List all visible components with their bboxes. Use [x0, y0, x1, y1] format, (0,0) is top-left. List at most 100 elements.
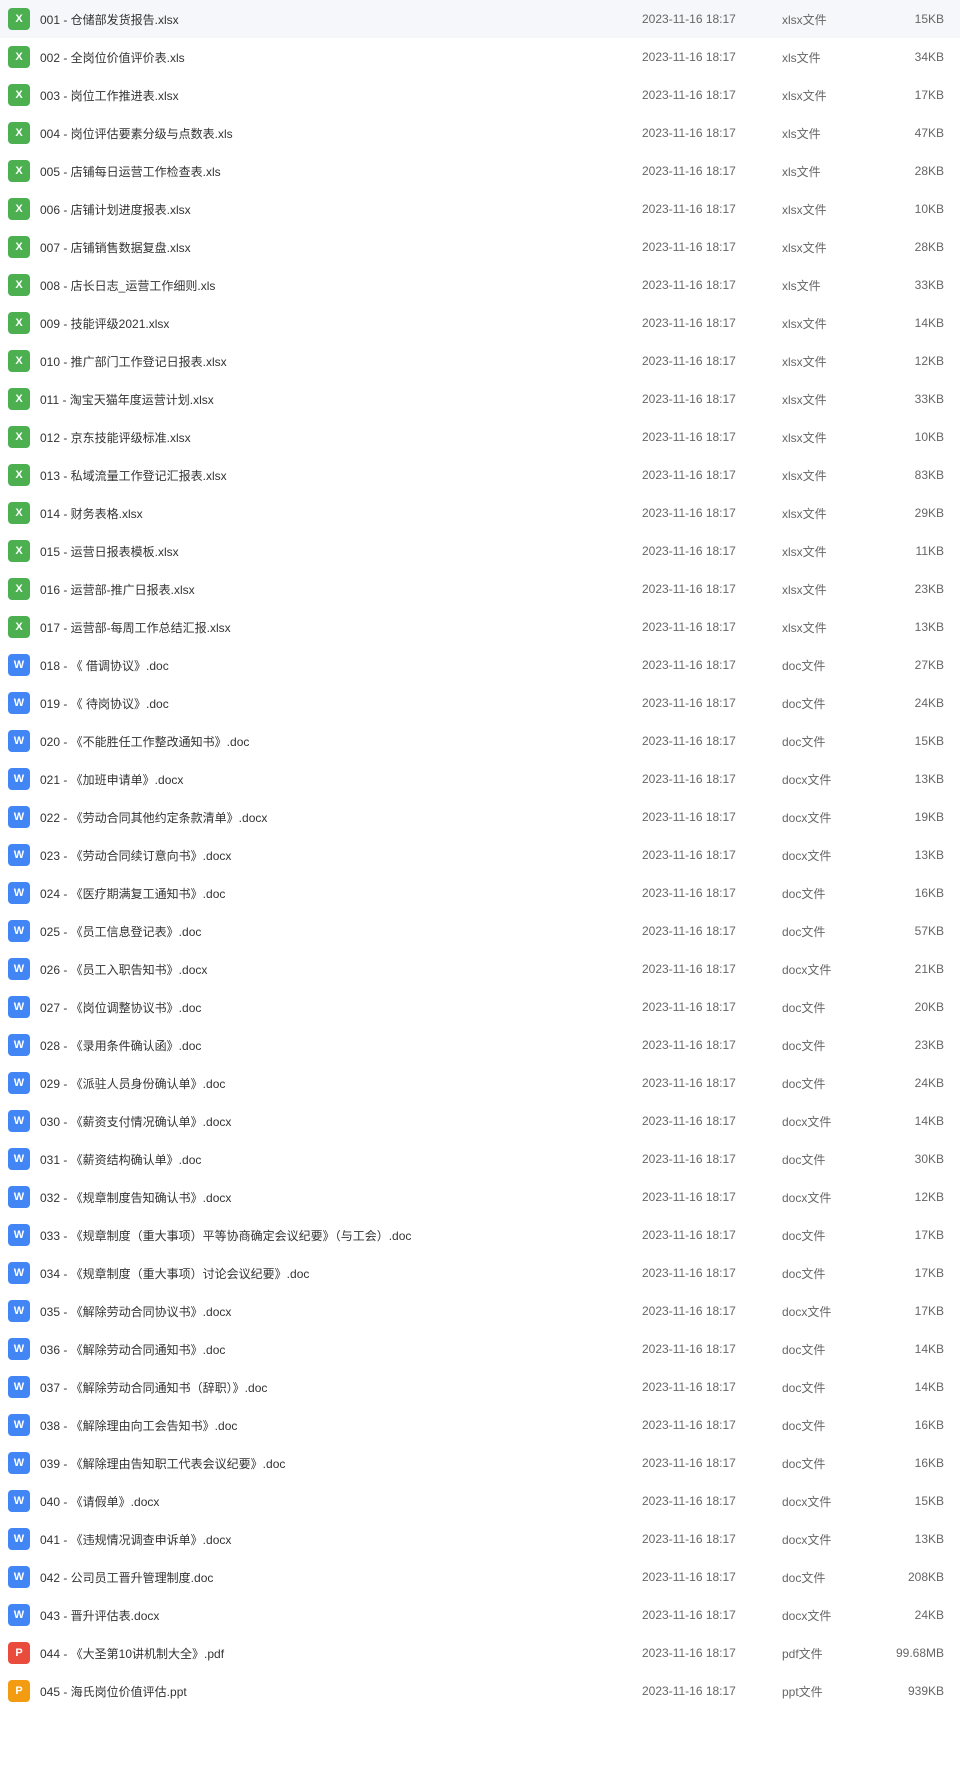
doc-file-icon: W — [8, 1186, 30, 1208]
file-row[interactable]: X016 - 运营部-推广日报表.xlsx2023-11-16 18:17xls… — [0, 570, 960, 608]
file-row[interactable]: W033 - 《规章制度（重大事项）平等协商确定会议纪要》（与工会）.doc20… — [0, 1216, 960, 1254]
file-name: 016 - 运营部-推广日报表.xlsx — [40, 581, 642, 598]
file-size: 13KB — [882, 1532, 952, 1546]
file-name: 034 - 《规章制度（重大事项）讨论会议纪要》.doc — [40, 1265, 642, 1282]
file-row[interactable]: W040 - 《请假单》.docx2023-11-16 18:17docx文件1… — [0, 1482, 960, 1520]
file-name: 007 - 店铺销售数据复盘.xlsx — [40, 239, 642, 256]
file-row[interactable]: X003 - 岗位工作推进表.xlsx2023-11-16 18:17xlsx文… — [0, 76, 960, 114]
file-row[interactable]: W024 - 《医疗期满复工通知书》.doc2023-11-16 18:17do… — [0, 874, 960, 912]
file-name: 039 - 《解除理由告知职工代表会议纪要》.doc — [40, 1455, 642, 1472]
file-date: 2023-11-16 18:17 — [642, 506, 782, 520]
file-row[interactable]: W018 - 《 借调协议》.doc2023-11-16 18:17doc文件2… — [0, 646, 960, 684]
doc-file-icon: W — [8, 1528, 30, 1550]
xls-file-icon: X — [8, 312, 30, 334]
xls-file-icon: X — [8, 274, 30, 296]
file-row[interactable]: X004 - 岗位评估要素分级与点数表.xls2023-11-16 18:17x… — [0, 114, 960, 152]
file-type: xlsx文件 — [782, 543, 882, 560]
file-row[interactable]: P045 - 海氏岗位价值评估.ppt2023-11-16 18:17ppt文件… — [0, 1672, 960, 1710]
file-row[interactable]: X002 - 全岗位价值评价表.xls2023-11-16 18:17xls文件… — [0, 38, 960, 76]
file-row[interactable]: W020 - 《不能胜任工作整改通知书》.doc2023-11-16 18:17… — [0, 722, 960, 760]
file-size: 13KB — [882, 620, 952, 634]
xls-file-icon: X — [8, 8, 30, 30]
file-size: 17KB — [882, 88, 952, 102]
file-type: doc文件 — [782, 657, 882, 674]
file-type: docx文件 — [782, 961, 882, 978]
file-row[interactable]: W043 - 晋升评估表.docx2023-11-16 18:17docx文件2… — [0, 1596, 960, 1634]
file-name: 038 - 《解除理由向工会告知书》.doc — [40, 1417, 642, 1434]
file-name: 035 - 《解除劳动合同协议书》.docx — [40, 1303, 642, 1320]
file-row[interactable]: W028 - 《录用条件确认函》.doc2023-11-16 18:17doc文… — [0, 1026, 960, 1064]
file-name: 021 - 《加班申请单》.docx — [40, 771, 642, 788]
file-size: 23KB — [882, 1038, 952, 1052]
file-type: docx文件 — [782, 847, 882, 864]
doc-file-icon: W — [8, 1566, 30, 1588]
file-row[interactable]: W038 - 《解除理由向工会告知书》.doc2023-11-16 18:17d… — [0, 1406, 960, 1444]
file-type: xlsx文件 — [782, 353, 882, 370]
file-name: 045 - 海氏岗位价值评估.ppt — [40, 1683, 642, 1700]
file-type: doc文件 — [782, 1227, 882, 1244]
file-row[interactable]: X013 - 私域流量工作登记汇报表.xlsx2023-11-16 18:17x… — [0, 456, 960, 494]
file-type: doc文件 — [782, 695, 882, 712]
file-type: docx文件 — [782, 1607, 882, 1624]
doc-file-icon: W — [8, 1110, 30, 1132]
file-name: 041 - 《违规情况调查申诉单》.docx — [40, 1531, 642, 1548]
file-row[interactable]: W041 - 《违规情况调查申诉单》.docx2023-11-16 18:17d… — [0, 1520, 960, 1558]
file-row[interactable]: W019 - 《 待岗协议》.doc2023-11-16 18:17doc文件2… — [0, 684, 960, 722]
file-row[interactable]: W042 - 公司员工晋升管理制度.doc2023-11-16 18:17doc… — [0, 1558, 960, 1596]
file-size: 57KB — [882, 924, 952, 938]
file-row[interactable]: W037 - 《解除劳动合同通知书（辞职）》.doc2023-11-16 18:… — [0, 1368, 960, 1406]
file-size: 11KB — [882, 544, 952, 558]
file-row[interactable]: X005 - 店铺每日运营工作检查表.xls2023-11-16 18:17xl… — [0, 152, 960, 190]
file-date: 2023-11-16 18:17 — [642, 1418, 782, 1432]
doc-file-icon: W — [8, 1148, 30, 1170]
file-row[interactable]: W025 - 《员工信息登记表》.doc2023-11-16 18:17doc文… — [0, 912, 960, 950]
file-row[interactable]: W030 - 《薪资支付情况确认单》.docx2023-11-16 18:17d… — [0, 1102, 960, 1140]
file-row[interactable]: X015 - 运营日报表模板.xlsx2023-11-16 18:17xlsx文… — [0, 532, 960, 570]
file-row[interactable]: W035 - 《解除劳动合同协议书》.docx2023-11-16 18:17d… — [0, 1292, 960, 1330]
file-row[interactable]: X009 - 技能评级2021.xlsx2023-11-16 18:17xlsx… — [0, 304, 960, 342]
file-row[interactable]: X017 - 运营部-每周工作总结汇报.xlsx2023-11-16 18:17… — [0, 608, 960, 646]
file-row[interactable]: W034 - 《规章制度（重大事项）讨论会议纪要》.doc2023-11-16 … — [0, 1254, 960, 1292]
file-row[interactable]: X011 - 淘宝天猫年度运营计划.xlsx2023-11-16 18:17xl… — [0, 380, 960, 418]
file-type: xlsx文件 — [782, 315, 882, 332]
file-row[interactable]: W029 - 《派驻人员身份确认单》.doc2023-11-16 18:17do… — [0, 1064, 960, 1102]
file-row[interactable]: X006 - 店铺计划进度报表.xlsx2023-11-16 18:17xlsx… — [0, 190, 960, 228]
file-row[interactable]: X010 - 推广部门工作登记日报表.xlsx2023-11-16 18:17x… — [0, 342, 960, 380]
file-row[interactable]: P044 - 《大圣第10讲机制大全》.pdf2023-11-16 18:17p… — [0, 1634, 960, 1672]
file-row[interactable]: X001 - 仓储部发货报告.xlsx2023-11-16 18:17xlsx文… — [0, 0, 960, 38]
file-date: 2023-11-16 18:17 — [642, 126, 782, 140]
file-row[interactable]: W027 - 《岗位调整协议书》.doc2023-11-16 18:17doc文… — [0, 988, 960, 1026]
file-row[interactable]: W026 - 《员工入职告知书》.docx2023-11-16 18:17doc… — [0, 950, 960, 988]
file-row[interactable]: W031 - 《薪资结构确认单》.doc2023-11-16 18:17doc文… — [0, 1140, 960, 1178]
file-row[interactable]: X008 - 店长日志_运营工作细则.xls2023-11-16 18:17xl… — [0, 266, 960, 304]
file-name: 019 - 《 待岗协议》.doc — [40, 695, 642, 712]
xls-file-icon: X — [8, 426, 30, 448]
file-row[interactable]: W022 - 《劳动合同其他约定条款清单》.docx2023-11-16 18:… — [0, 798, 960, 836]
file-name: 014 - 财务表格.xlsx — [40, 505, 642, 522]
file-type: docx文件 — [782, 1113, 882, 1130]
file-row[interactable]: X012 - 京东技能评级标准.xlsx2023-11-16 18:17xlsx… — [0, 418, 960, 456]
xls-file-icon: X — [8, 122, 30, 144]
file-row[interactable]: X014 - 财务表格.xlsx2023-11-16 18:17xlsx文件29… — [0, 494, 960, 532]
file-size: 24KB — [882, 696, 952, 710]
doc-file-icon: W — [8, 768, 30, 790]
file-row[interactable]: W039 - 《解除理由告知职工代表会议纪要》.doc2023-11-16 18… — [0, 1444, 960, 1482]
doc-file-icon: W — [8, 1490, 30, 1512]
file-name: 037 - 《解除劳动合同通知书（辞职）》.doc — [40, 1379, 642, 1396]
file-type: xlsx文件 — [782, 619, 882, 636]
file-name: 033 - 《规章制度（重大事项）平等协商确定会议纪要》（与工会）.doc — [40, 1227, 642, 1244]
file-size: 16KB — [882, 886, 952, 900]
file-name: 026 - 《员工入职告知书》.docx — [40, 961, 642, 978]
file-row[interactable]: W032 - 《规章制度告知确认书》.docx2023-11-16 18:17d… — [0, 1178, 960, 1216]
doc-file-icon: W — [8, 1376, 30, 1398]
file-size: 23KB — [882, 582, 952, 596]
file-row[interactable]: X007 - 店铺销售数据复盘.xlsx2023-11-16 18:17xlsx… — [0, 228, 960, 266]
file-row[interactable]: W036 - 《解除劳动合同通知书》.doc2023-11-16 18:17do… — [0, 1330, 960, 1368]
file-row[interactable]: W021 - 《加班申请单》.docx2023-11-16 18:17docx文… — [0, 760, 960, 798]
file-row[interactable]: W023 - 《劳动合同续订意向书》.docx2023-11-16 18:17d… — [0, 836, 960, 874]
file-type: doc文件 — [782, 1075, 882, 1092]
file-size: 12KB — [882, 1190, 952, 1204]
file-date: 2023-11-16 18:17 — [642, 1076, 782, 1090]
file-name: 030 - 《薪资支付情况确认单》.docx — [40, 1113, 642, 1130]
file-size: 24KB — [882, 1608, 952, 1622]
